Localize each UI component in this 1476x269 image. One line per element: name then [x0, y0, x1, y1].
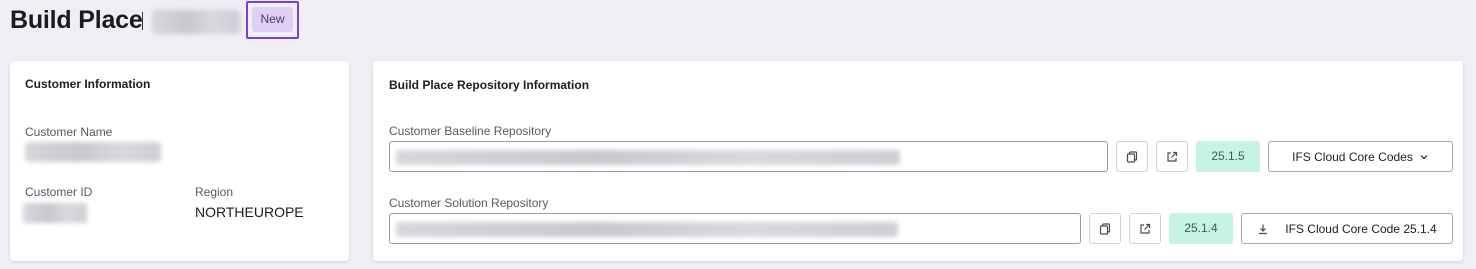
core-codes-dropdown-label: IFS Cloud Core Codes — [1292, 149, 1413, 164]
customer-name-label: Customer Name — [25, 125, 113, 139]
customer-info-title: Customer Information — [25, 77, 151, 91]
solution-version-tag: 25.1.4 — [1169, 213, 1233, 244]
download-core-code-button[interactable]: IFS Cloud Core Code 25.1.4 — [1241, 213, 1453, 244]
solution-repo-url-redacted — [396, 222, 898, 237]
external-link-icon — [1140, 223, 1151, 234]
page-title: Build Place — [10, 6, 143, 34]
copy-solution-button[interactable] — [1089, 213, 1121, 244]
status-badge: New — [252, 7, 293, 32]
solution-repo-label: Customer Solution Repository — [389, 196, 549, 210]
core-codes-dropdown-button[interactable]: IFS Cloud Core Codes — [1268, 141, 1453, 172]
region-value: NORTHEUROPE — [195, 204, 304, 220]
repository-info-title: Build Place Repository Information — [389, 78, 590, 92]
open-solution-button[interactable] — [1129, 213, 1161, 244]
region-label: Region — [195, 185, 234, 199]
copy-baseline-button[interactable] — [1116, 141, 1148, 172]
baseline-repo-field[interactable] — [389, 141, 1108, 172]
customer-info-card: Customer Information Customer Name Custo… — [10, 61, 349, 261]
customer-id-value-redacted — [23, 203, 87, 223]
copy-icon — [1126, 150, 1138, 163]
baseline-repo-url-redacted — [396, 150, 900, 165]
external-link-icon — [1167, 151, 1178, 162]
build-place-id-redacted — [152, 10, 240, 34]
download-icon — [1259, 224, 1268, 234]
open-baseline-button[interactable] — [1156, 141, 1188, 172]
copy-icon — [1099, 222, 1111, 235]
chevron-down-icon — [1420, 154, 1428, 159]
title-divider — [142, 12, 143, 30]
baseline-repo-label: Customer Baseline Repository — [389, 124, 552, 138]
baseline-version-tag: 25.1.5 — [1196, 141, 1260, 172]
repository-info-card: Build Place Repository Information Custo… — [373, 61, 1463, 261]
customer-name-value-redacted — [25, 142, 161, 162]
solution-repo-field[interactable] — [389, 213, 1081, 244]
customer-id-label: Customer ID — [25, 185, 93, 199]
download-core-code-label: IFS Cloud Core Code 25.1.4 — [1285, 221, 1437, 236]
